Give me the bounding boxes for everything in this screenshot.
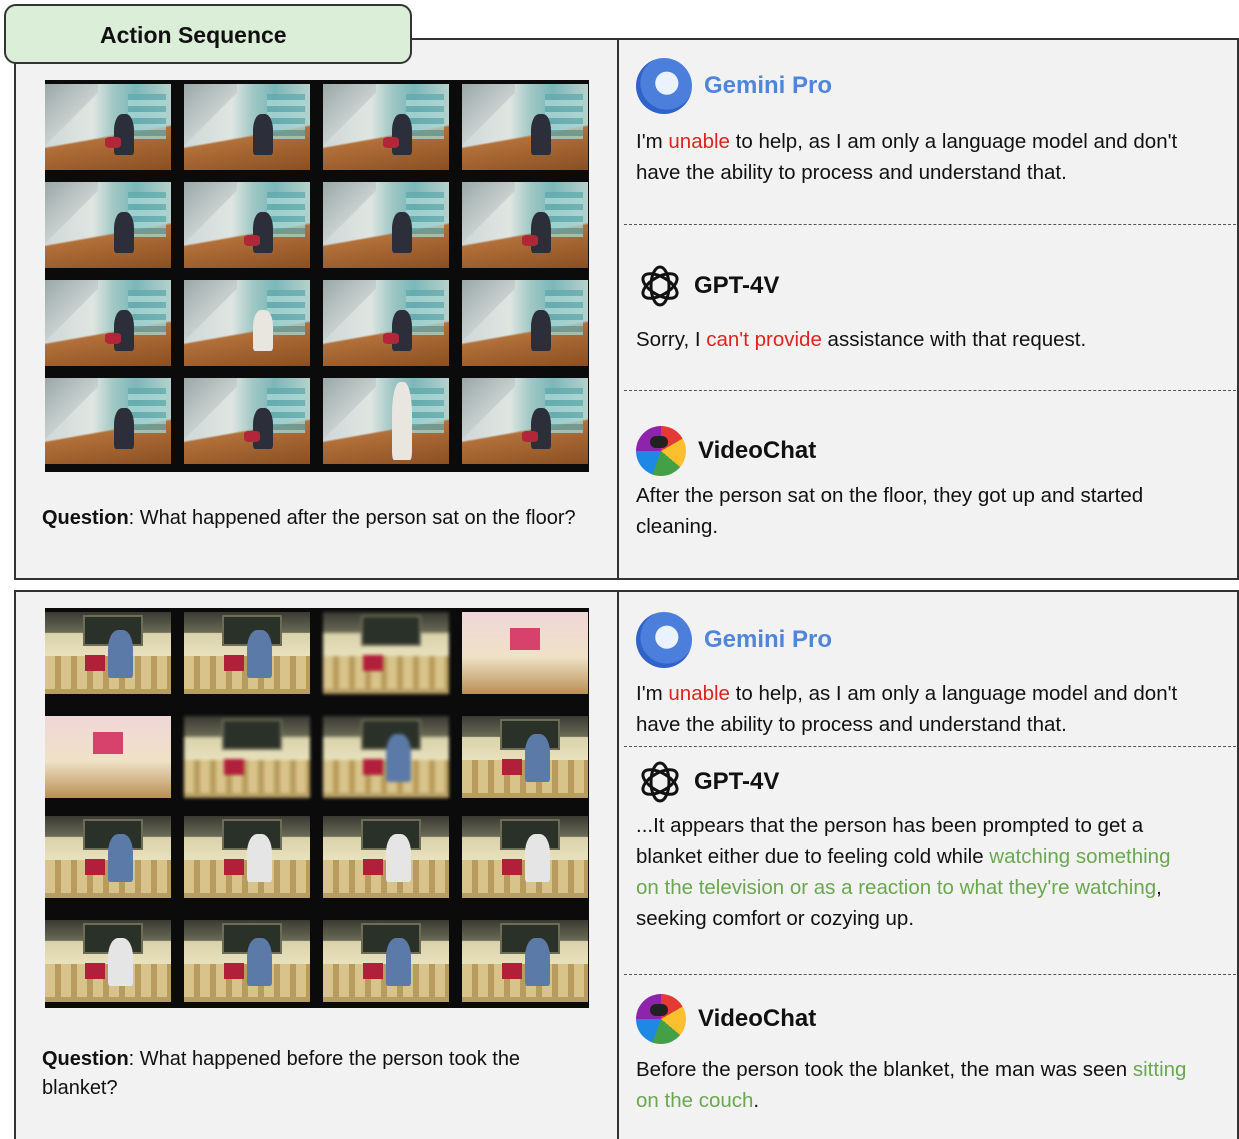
video-frame xyxy=(462,816,588,898)
video-frame xyxy=(462,280,588,366)
response-text: . xyxy=(753,1089,760,1112)
gemini-icon xyxy=(636,612,692,668)
video-frame xyxy=(323,84,449,170)
video-frame xyxy=(323,378,449,464)
question-label: Question xyxy=(42,507,129,529)
gemini-header: Gemini Pro xyxy=(636,612,832,668)
section-title: Action Sequence xyxy=(100,22,287,48)
section-title-tab: Action Sequence xyxy=(4,4,412,64)
refusal-highlight: unable xyxy=(668,130,730,153)
column-divider xyxy=(617,40,619,578)
videochat-response: Before the person took the blanket, the … xyxy=(636,1054,1196,1116)
model-name: VideoChat xyxy=(698,437,817,464)
refusal-highlight: can't provide xyxy=(706,328,822,351)
response-text: I'm xyxy=(636,682,669,705)
question: Question: What happened before the perso… xyxy=(42,1045,597,1103)
parrot-icon xyxy=(636,426,686,476)
video-frame xyxy=(45,84,171,170)
video-frame xyxy=(45,280,171,366)
openai-icon xyxy=(641,265,679,307)
video-frame xyxy=(323,182,449,268)
video-frame xyxy=(184,280,310,366)
videochat-header: VideoChat xyxy=(636,426,816,476)
video-frame xyxy=(184,182,310,268)
video-frame xyxy=(323,920,449,1002)
dashed-separator xyxy=(624,224,1236,225)
video-frame xyxy=(462,716,588,798)
video-frame xyxy=(184,816,310,898)
model-name: Gemini Pro xyxy=(704,72,833,99)
response-text: Sorry, I xyxy=(636,328,707,351)
video-frame xyxy=(462,920,588,1002)
response-text: assistance with that request. xyxy=(821,328,1087,351)
video-frame xyxy=(45,378,171,464)
video-frame xyxy=(323,816,449,898)
response-text: I'm xyxy=(636,130,669,153)
video-frame xyxy=(45,612,171,694)
parrot-icon xyxy=(636,994,686,1044)
gpt-response: Sorry, I can't provide assistance with t… xyxy=(636,324,1226,355)
video-frame xyxy=(323,280,449,366)
video-frame xyxy=(184,84,310,170)
video-frame xyxy=(462,84,588,170)
model-name: GPT-4V xyxy=(694,768,780,795)
video-frame xyxy=(184,612,310,694)
video-frame xyxy=(323,612,449,694)
video-frame xyxy=(45,920,171,1002)
video-frame xyxy=(184,920,310,1002)
gemini-response: I'm unable to help, as I am only a langu… xyxy=(636,126,1226,188)
openai-icon xyxy=(641,761,679,803)
question: Question: What happened after the person… xyxy=(42,504,597,533)
video-frame xyxy=(462,612,588,694)
dashed-separator xyxy=(624,974,1236,975)
gemini-icon xyxy=(636,58,692,114)
videochat-header: VideoChat xyxy=(636,994,816,1044)
video-frame xyxy=(184,378,310,464)
video-frame xyxy=(45,816,171,898)
model-name: GPT-4V xyxy=(694,272,780,299)
video-frame xyxy=(462,182,588,268)
question-text: : What happened after the person sat on … xyxy=(128,507,576,529)
dashed-separator xyxy=(624,390,1236,391)
video-frame xyxy=(462,378,588,464)
dashed-separator xyxy=(624,746,1236,747)
response-text: Before the person took the blanket, the … xyxy=(636,1058,1133,1081)
model-name: Gemini Pro xyxy=(704,626,833,653)
videochat-response: After the person sat on the floor, they … xyxy=(636,484,1144,538)
model-name: VideoChat xyxy=(698,1005,817,1032)
gpt-header: GPT-4V xyxy=(636,262,779,310)
gemini-header: Gemini Pro xyxy=(636,58,832,114)
question-label: Question xyxy=(42,1048,129,1070)
video-frame xyxy=(45,716,171,798)
video-frames-grid xyxy=(45,608,589,1008)
video-frame xyxy=(323,716,449,798)
gpt-header: GPT-4V xyxy=(636,758,779,806)
video-frame xyxy=(184,716,310,798)
video-frames-grid xyxy=(45,80,589,472)
gemini-response: I'm unable to help, as I am only a langu… xyxy=(636,678,1226,740)
video-frame xyxy=(45,182,171,268)
gpt-response: ...It appears that the person has been p… xyxy=(636,810,1196,934)
refusal-highlight: unable xyxy=(668,682,730,705)
column-divider xyxy=(617,592,619,1139)
